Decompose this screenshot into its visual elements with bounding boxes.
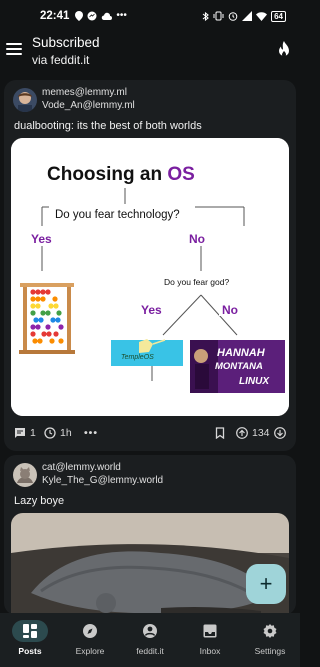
upvote-button[interactable]: 134	[236, 423, 270, 443]
post-author[interactable]: Kyle_The_G@lemmy.world	[42, 475, 163, 486]
sort-hot-icon[interactable]	[276, 41, 292, 59]
community-name[interactable]: memes@lemmy.ml	[42, 87, 127, 98]
nav-label: feddit.it	[136, 646, 164, 656]
nav-item-account[interactable]: feddit.it	[120, 613, 180, 667]
system-icons: 64	[202, 10, 286, 22]
score: 134	[252, 427, 270, 439]
bluetooth-icon	[202, 11, 209, 21]
nav-item-settings[interactable]: Settings	[240, 613, 300, 667]
post-title[interactable]: Lazy boye	[14, 495, 64, 507]
create-post-button[interactable]: +	[246, 564, 286, 604]
page-title: Subscribed	[32, 35, 100, 50]
menu-icon[interactable]	[6, 42, 22, 56]
svg-text:TempleOS: TempleOS	[121, 354, 154, 361]
post-title[interactable]: dualbooting: its the best of both worlds	[14, 120, 202, 132]
wifi-icon	[256, 11, 268, 21]
hannah-montana-linux-image: HANNAH MONTANA LINUX	[190, 340, 285, 393]
post-age-text: 1h	[60, 427, 72, 439]
vibrate-icon	[213, 11, 224, 21]
page-subtitle: via feddit.it	[32, 53, 90, 67]
clock-icon	[44, 427, 56, 439]
nav-label: Explore	[75, 646, 105, 656]
nav-item-posts[interactable]: Posts	[0, 613, 60, 667]
svg-text:HANNAH: HANNAH	[217, 347, 266, 359]
account-icon	[143, 624, 157, 638]
save-button[interactable]	[214, 423, 226, 443]
svg-text:LINUX: LINUX	[239, 376, 270, 387]
status-bar: 22:41 ••• 64	[0, 0, 300, 32]
location-icon	[75, 11, 84, 21]
community-avatar[interactable]	[13, 88, 37, 112]
nav-item-inbox[interactable]: Inbox	[180, 613, 240, 667]
post-age: 1h	[44, 423, 72, 443]
add-icon: +	[259, 571, 273, 596]
app-bar: Subscribed via feddit.it	[0, 32, 300, 72]
post-author[interactable]: Vode_An@lemmy.ml	[42, 100, 135, 111]
signal-icon	[242, 11, 253, 21]
inbox-icon	[203, 624, 217, 638]
gear-icon	[263, 624, 277, 638]
meme-heading: Choosing an OS	[47, 164, 195, 185]
bottom-navigation: Posts Explore feddit.it Inbox Settings	[0, 613, 300, 667]
nav-label: Posts	[18, 646, 42, 656]
post-card[interactable]: memes@lemmy.ml Vode_An@lemmy.ml dualboot…	[4, 80, 296, 451]
question-1: Do you fear technology?	[55, 209, 180, 221]
templeos-image: TempleOS	[111, 339, 183, 366]
bookmark-icon	[215, 427, 225, 439]
nav-label: Inbox	[199, 646, 221, 656]
nav-item-explore[interactable]: Explore	[60, 613, 120, 667]
comment-icon	[15, 428, 25, 438]
answer-yes-2: Yes	[141, 303, 162, 317]
more-notifications-icon: •••	[116, 10, 127, 21]
post-actions: 1 1h ••• 134	[4, 423, 296, 443]
more-icon: •••	[84, 427, 99, 439]
nav-label: Settings	[254, 646, 286, 656]
svg-text:MONTANA: MONTANA	[215, 361, 263, 372]
post-image[interactable]: Choosing an OS Do you fear technology? Y…	[11, 138, 289, 416]
compass-icon	[83, 624, 97, 638]
post-image[interactable]	[11, 513, 289, 615]
community-name[interactable]: cat@lemmy.world	[42, 462, 121, 473]
more-options-button[interactable]: •••	[84, 423, 98, 443]
answer-no-2: No	[222, 303, 238, 317]
answer-no-1: No	[189, 232, 205, 246]
notification-icons: •••	[75, 11, 127, 21]
alarm-icon	[228, 12, 238, 21]
battery-indicator: 64	[271, 10, 286, 22]
status-time: 22:41	[40, 10, 70, 22]
downvote-icon	[274, 427, 286, 439]
cloud-icon	[102, 12, 113, 20]
comment-count: 1	[30, 427, 36, 439]
answer-yes-1: Yes	[31, 232, 52, 246]
messenger-icon	[87, 11, 97, 21]
comments-button[interactable]: 1	[14, 423, 36, 443]
upvote-icon	[236, 427, 248, 439]
question-2: Do you fear god?	[164, 277, 229, 287]
downvote-button[interactable]	[274, 423, 286, 443]
posts-icon	[23, 624, 37, 638]
community-avatar[interactable]	[13, 463, 37, 487]
